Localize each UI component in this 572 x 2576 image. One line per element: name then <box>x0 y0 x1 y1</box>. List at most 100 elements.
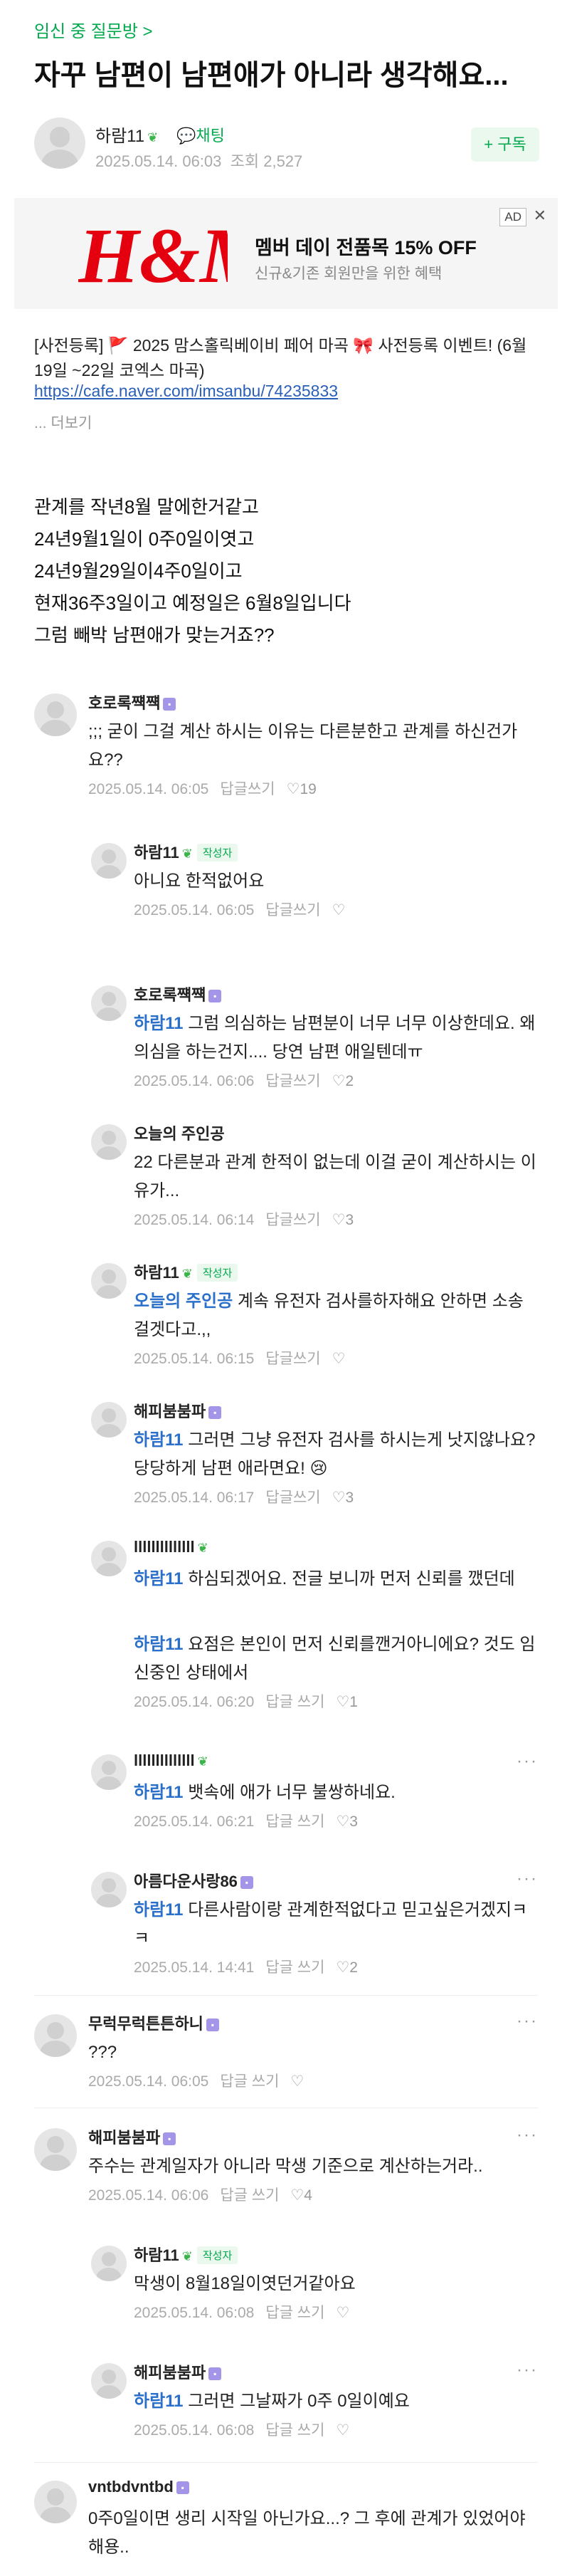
comment-meta: 2025.05.14. 06:21 답글 쓰기 ♡3 <box>134 1810 381 1831</box>
comment-author[interactable]: 하람11 ❦ 작성자 <box>134 840 238 863</box>
more-options-icon[interactable]: ··· <box>517 2125 538 2145</box>
comment-reply: 하람11 ❦ 작성자 아니요 한적없어요 2025.05.14. 06:05 답글쓰기… <box>91 840 538 940</box>
body-line: 24년9월29일이4주0일이고 <box>34 560 243 582</box>
notice-link[interactable]: https://cafe.naver.com/imsanbu/74235833 <box>34 382 338 401</box>
like-button[interactable]: ♡2 <box>332 1073 366 1089</box>
close-icon[interactable]: ✕ <box>534 206 546 225</box>
cafe-badge-icon: ▪ <box>208 2367 222 2380</box>
reply-button[interactable]: 답글 쓰기 <box>265 2305 324 2321</box>
mention[interactable]: 하람11 <box>134 1014 184 1033</box>
reply-button[interactable]: 답글쓰기 <box>220 781 275 797</box>
comment-meta: 2025.05.14. 14:41 답글 쓰기 ♡2 <box>134 1956 381 1977</box>
comment-author[interactable]: vntbdvntbd ▪ <box>88 2478 189 2496</box>
like-button[interactable]: ♡1 <box>336 1694 369 1710</box>
avatar[interactable] <box>91 1402 127 1438</box>
like-button[interactable]: ♡3 <box>336 1813 369 1830</box>
avatar[interactable] <box>91 1872 127 1907</box>
comment-author[interactable]: llllllllllllll ❦ <box>134 1752 208 1770</box>
mention[interactable]: 하람11 <box>134 1783 184 1802</box>
mention[interactable]: 오늘의 주인공 <box>134 1292 233 1311</box>
comment-author[interactable]: 호로록쨱쨱 ▪ <box>134 983 222 1005</box>
reply-button[interactable]: 답글 쓰기 <box>220 2073 279 2090</box>
ad-banner[interactable]: H&M 멤버 데이 전품목 15% OFF 신규&기존 회원만을 위한 혜택 A… <box>14 198 558 309</box>
notice-text: [사전등록] 🚩 2025 맘스홀릭베이비 페어 마곡 🎀 사전등록 이벤트! … <box>34 336 527 379</box>
post-meta: 2025.05.14. 06:03 조회 2,527 <box>95 152 303 170</box>
reply-button[interactable]: 답글쓰기 <box>265 1073 320 1089</box>
board-link[interactable]: 임신 중 질문방 > <box>34 17 153 42</box>
comment-author[interactable]: 오늘의 주인공 <box>134 1121 225 1144</box>
like-button[interactable]: ♡ <box>290 2073 304 2090</box>
comment-reply: 호로록쨱쨱 ▪ 하람11 그럼 의심하는 남편분이 너무 너무 이상한데요. 왜 … <box>91 983 538 1089</box>
reply-button[interactable]: 답글 쓰기 <box>220 2187 279 2204</box>
more-options-icon[interactable]: ··· <box>517 2011 538 2031</box>
avatar[interactable] <box>91 2363 127 2399</box>
avatar[interactable] <box>34 117 85 169</box>
reply-button[interactable]: 답글 쓰기 <box>265 2422 324 2439</box>
writer-badge: 작성자 <box>196 1264 238 1282</box>
leaf-icon: ❦ <box>147 130 159 145</box>
reply-button[interactable]: 답글 쓰기 <box>265 1959 324 1976</box>
author-name[interactable]: 하람11 ❦ <box>95 122 158 147</box>
mention[interactable]: 하람11 <box>134 2392 184 2411</box>
like-button[interactable]: ♡ <box>336 2422 349 2439</box>
comment-text: 하람11 다른사람이랑 관계한적없다고 믿고싶은거겠지ㅋㅋ <box>134 1900 528 1948</box>
like-button[interactable]: ♡19 <box>287 781 328 797</box>
comment: 무럭무럭튼튼하니 ▪ ··· ??? 2025.05.14. 06:05 답글 쓰기… <box>34 2011 538 2104</box>
avatar[interactable] <box>91 843 127 879</box>
mention[interactable]: 하람11 <box>134 1900 184 1920</box>
comment-author[interactable]: 하람11 ❦ 작성자 <box>134 1260 238 1283</box>
comment-author[interactable]: 해피붐붐파 ▪ <box>134 1399 222 1422</box>
avatar[interactable] <box>34 693 77 736</box>
post-body: 관계를 작년8월 말에한거같고 24년9월1일이 0주0일이엿고 24년9월29… <box>34 491 546 651</box>
comment-reply: 오늘의 주인공 22 다른분과 관계 한적이 없는데 이걸 굳이 계산하시는 이… <box>91 1121 538 1228</box>
body-line: 현재36주3일이고 예정일은 6월8일입니다 <box>34 592 351 614</box>
avatar[interactable] <box>91 2246 127 2281</box>
reply-button[interactable]: 답글 쓰기 <box>265 1694 324 1710</box>
avatar[interactable] <box>91 985 127 1021</box>
comment-author[interactable]: 하람11 ❦ 작성자 <box>134 2243 238 2266</box>
reply-button[interactable]: 답글 쓰기 <box>265 1813 324 1830</box>
reply-button[interactable]: 답글쓰기 <box>265 1351 320 1367</box>
more-options-icon[interactable]: ··· <box>517 1752 538 1771</box>
reply-button[interactable]: 답글쓰기 <box>265 1212 320 1228</box>
like-button[interactable]: ♡2 <box>336 1959 369 1976</box>
more-options-icon[interactable]: ··· <box>517 1869 538 1889</box>
avatar[interactable] <box>91 1263 127 1299</box>
comment-meta: 2025.05.14. 06:05 답글쓰기 ♡19 <box>88 777 339 799</box>
mention[interactable]: 하람11 <box>134 1569 184 1588</box>
comment-author[interactable]: llllllllllllll ❦ <box>134 1538 208 1556</box>
leaf-icon: ❦ <box>197 1754 208 1769</box>
comment-meta: 2025.05.14. 06:15 답글쓰기 ♡ <box>134 1351 346 1367</box>
avatar[interactable] <box>91 1541 127 1576</box>
comment-text: 오늘의 주인공 계속 유전자 검사를하자해요 안하면 소송 걸겟다고.,, <box>134 1292 524 1339</box>
reply-button[interactable]: 답글쓰기 <box>265 1489 320 1506</box>
more-button[interactable]: ... 더보기 <box>34 412 92 433</box>
chat-button[interactable]: 💬채팅 <box>176 123 225 146</box>
comment-author[interactable]: 호로록쨱쨱 ▪ <box>88 691 176 713</box>
comment-author[interactable]: 해피붐붐파 ▪ <box>134 2360 222 2383</box>
reply-button[interactable]: 답글쓰기 <box>265 902 320 918</box>
like-button[interactable]: ♡ <box>332 902 346 918</box>
comment-author[interactable]: 해피붐붐파 ▪ <box>88 2125 176 2148</box>
comment: 호로록쨱쨱 ▪ ;;; 굳이 그걸 계산 하시는 이유는 다른분한고 관계를 하신… <box>34 691 538 812</box>
avatar[interactable] <box>91 1754 127 1790</box>
like-button[interactable]: ♡ <box>332 1351 346 1367</box>
mention[interactable]: 하람11 <box>134 1430 184 1450</box>
more-options-icon[interactable]: ··· <box>517 2360 538 2380</box>
avatar[interactable] <box>34 2128 77 2171</box>
like-button[interactable]: ♡3 <box>332 1489 366 1506</box>
subscribe-button[interactable]: + 구독 <box>471 127 539 162</box>
like-button[interactable]: ♡4 <box>290 2187 324 2204</box>
comment-author[interactable]: 무럭무럭튼튼하니 ▪ <box>88 2011 219 2034</box>
comment: vntbdvntbd ▪ 0주0일이면 생리 시작일 아닌가요...? 그 후에 … <box>34 2478 538 2570</box>
avatar[interactable] <box>34 2481 77 2523</box>
like-button[interactable]: ♡3 <box>332 1212 366 1228</box>
comment-author[interactable]: 아름다운사랑86 ▪ <box>134 1869 253 1892</box>
avatar[interactable] <box>34 2014 77 2057</box>
mention[interactable]: 하람11 <box>134 1635 184 1654</box>
divider <box>34 1995 538 1996</box>
leaf-icon: ❦ <box>181 1267 193 1281</box>
like-button[interactable]: ♡ <box>336 2305 349 2321</box>
avatar[interactable] <box>91 1124 127 1160</box>
comment-text: 하람11 그러면 그날짜가 0주 0일이예요 <box>134 2392 410 2411</box>
